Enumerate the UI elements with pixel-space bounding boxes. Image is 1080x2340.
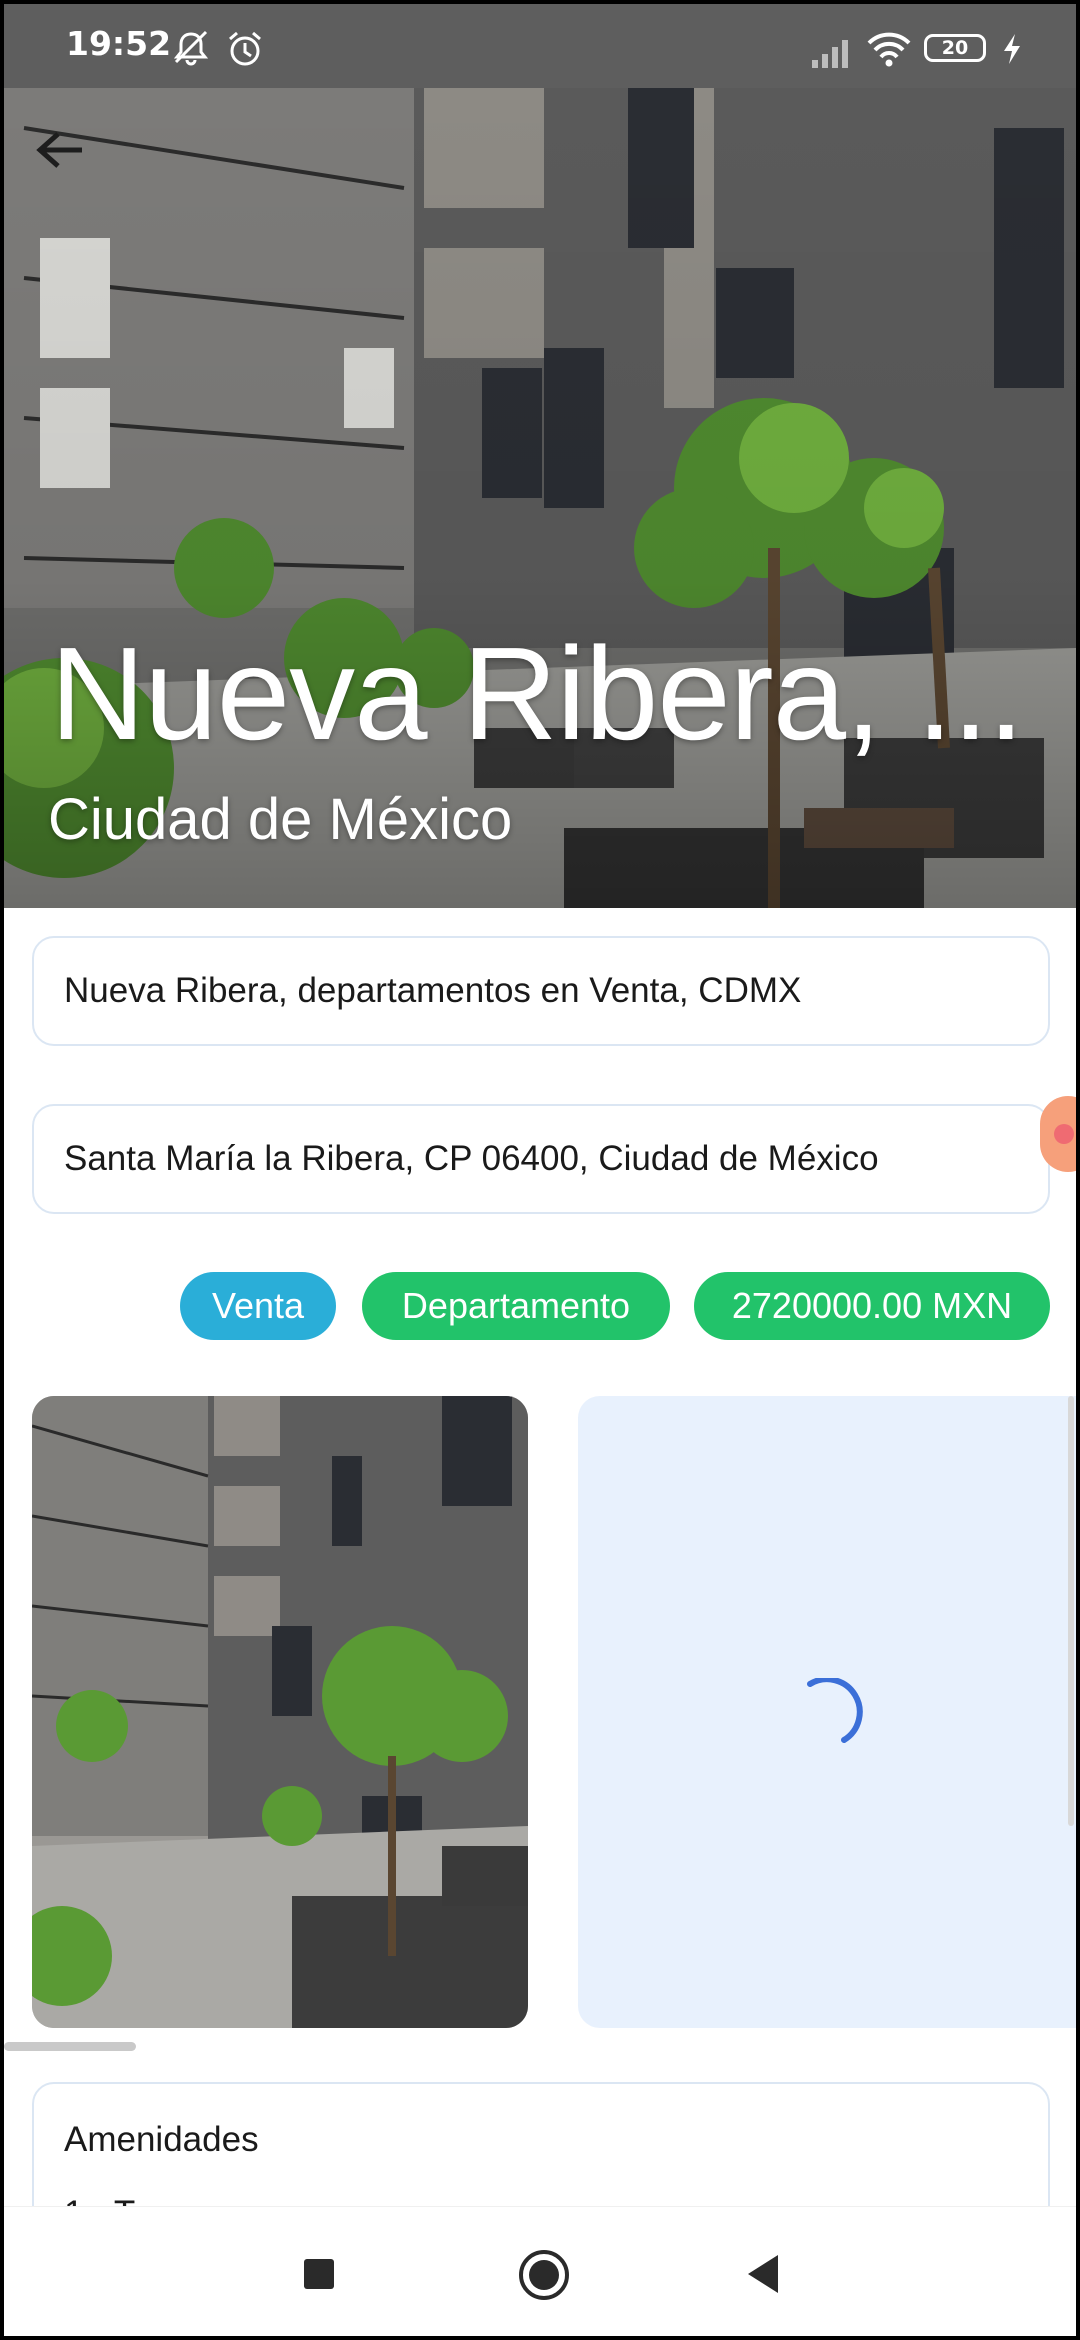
chip-operation-label: Venta	[211, 1285, 305, 1326]
app-screen: 19:52 20 Nueva Ribera, ... Ciudad de Méx…	[4, 4, 1076, 2336]
property-address-field[interactable]: Santa María la Ribera, CP 06400, Ciudad …	[32, 1104, 1050, 1214]
system-nav-bar	[4, 2206, 1076, 2336]
chip-property-type: Departamento	[362, 1272, 670, 1340]
property-city: Ciudad de México	[48, 787, 513, 852]
property-address-text: Santa María la Ribera, CP 06400, Ciudad …	[64, 1139, 879, 1178]
battery-level: 20	[941, 37, 969, 59]
back-arrow-icon[interactable]	[32, 128, 86, 172]
signal-icon	[812, 40, 848, 68]
mute-icon	[173, 30, 209, 66]
chip-price-label: 2720000.00 MXN	[731, 1285, 1013, 1326]
property-name-field[interactable]: Nueva Ribera, departamentos en Venta, CD…	[32, 936, 1050, 1046]
loading-spinner-icon	[807, 1678, 863, 1743]
wifi-icon	[867, 32, 911, 67]
status-time: 19:52	[66, 24, 172, 63]
amenities-title: Amenidades	[64, 2120, 259, 2159]
chip-operation: Venta	[180, 1272, 336, 1340]
battery-icon: 20	[924, 34, 986, 62]
property-title: Nueva Ribera, ...	[50, 620, 1024, 767]
chip-property-type-label: Departamento	[401, 1285, 631, 1326]
chip-price: 2720000.00 MXN	[694, 1272, 1050, 1340]
back-button-icon[interactable]	[744, 2253, 782, 2295]
gallery-placeholder[interactable]	[578, 1396, 1076, 2028]
status-bar: 19:52 20	[4, 4, 1076, 88]
floating-action-button[interactable]	[1040, 1096, 1076, 1172]
hero-building-image	[4, 88, 1076, 908]
gallery-photo	[32, 1396, 528, 2028]
property-name-text: Nueva Ribera, departamentos en Venta, CD…	[64, 971, 802, 1010]
home-button-icon[interactable]	[516, 2247, 572, 2303]
recents-button-icon[interactable]	[302, 2257, 336, 2291]
gallery-image[interactable]	[32, 1396, 528, 2028]
alarm-icon	[229, 31, 261, 66]
gallery-scroll-indicator	[4, 2042, 136, 2051]
charging-icon	[1004, 34, 1020, 64]
page-scrollbar[interactable]	[1068, 1396, 1074, 1826]
hero-banner: Nueva Ribera, ... Ciudad de México	[4, 88, 1076, 908]
